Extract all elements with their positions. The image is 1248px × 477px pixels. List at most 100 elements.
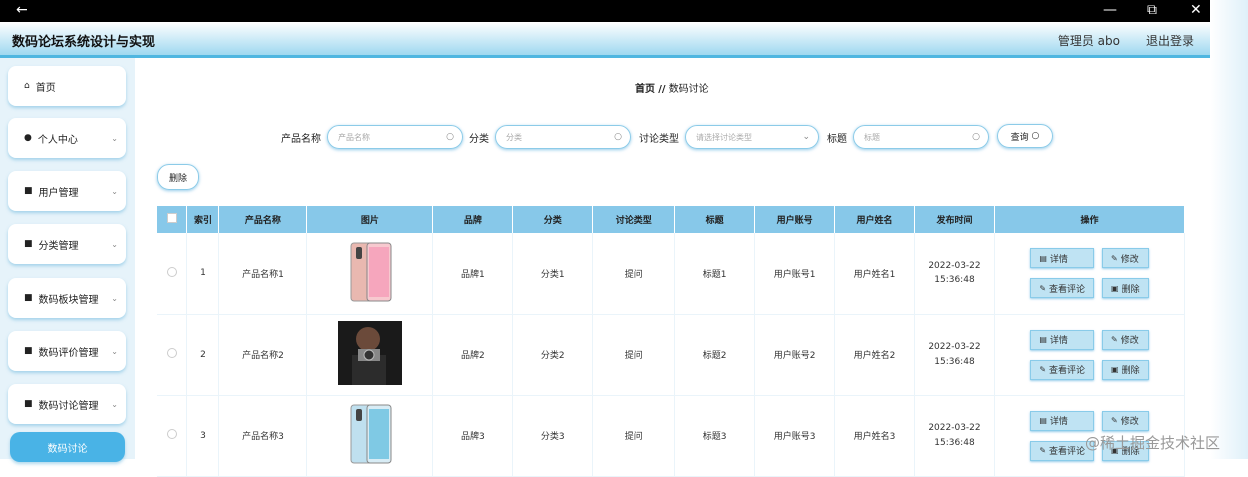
document-icon: ▤ xyxy=(1039,253,1047,263)
sidebar-item-label: 数码讨论 xyxy=(47,443,88,455)
select-all-checkbox[interactable] xyxy=(166,213,177,223)
row-checkbox[interactable] xyxy=(166,266,177,277)
table-header-row: 索引 产品名称 图片 品牌 分类 讨论类型 标题 用户账号 用户姓名 发布时间 … xyxy=(157,206,1186,233)
sidebar-item-users[interactable]: ■ 用户管理 ⌄ xyxy=(8,171,126,211)
cell-image xyxy=(306,314,434,396)
table-row: 3 产品名称3 品牌3 分类3 提问 标题3 用户账号3 用户姓名3 2022-… xyxy=(157,395,1186,477)
cell-account: 用户账号3 xyxy=(754,395,836,477)
discussion-table: 索引 产品名称 图片 品牌 分类 讨论类型 标题 用户账号 用户姓名 发布时间 … xyxy=(157,206,1186,477)
maximize-icon[interactable]: ⧉ xyxy=(1147,2,1157,18)
product-search-input[interactable]: 产品名称 ○ xyxy=(327,125,463,149)
category-placeholder: 分类 xyxy=(506,132,522,142)
delete-label: 删除 xyxy=(1121,284,1140,295)
phone-image xyxy=(350,404,392,464)
select-all-header[interactable] xyxy=(157,206,188,233)
category-search-input[interactable]: 分类 ○ xyxy=(495,125,631,149)
comments-label: 查看评论 xyxy=(1049,366,1086,376)
app-header: 数码论坛系统设计与实现 管理员 abo 退出登录 xyxy=(0,22,1210,58)
trash-icon: ▣ xyxy=(1111,365,1119,374)
cell-username: 用户姓名2 xyxy=(834,314,915,396)
edit-button[interactable]: ✎ 修改 xyxy=(1102,248,1149,269)
batch-delete-button[interactable]: 删除 xyxy=(157,164,199,190)
sidebar-item-label: 个人中心 xyxy=(37,134,78,146)
cell-actions: ▤ 详情 ✎ 修改 ✎ 查看评论 ▣ 删除 xyxy=(994,314,1186,396)
chevron-down-icon: ⌄ xyxy=(111,186,118,196)
sidebar-item-boards[interactable]: ■ 数码板块管理 ⌄ xyxy=(8,278,126,318)
col-header: 用户姓名 xyxy=(834,206,915,233)
delete-button[interactable]: ▣ 删除 xyxy=(1102,278,1149,299)
category-label: 分类 xyxy=(469,133,489,145)
col-header: 品牌 xyxy=(432,206,514,233)
close-icon[interactable]: ✕ xyxy=(1190,2,1202,18)
detail-button[interactable]: ▤ 详情 xyxy=(1030,410,1095,431)
pencil-icon: ✎ xyxy=(1039,283,1047,293)
row-select[interactable] xyxy=(157,314,188,396)
minimize-icon[interactable]: — xyxy=(1103,2,1117,18)
cell-actions: ▤ 详情 ✎ 修改 ✎ 查看评论 ▣ 删除 xyxy=(994,233,1186,315)
detail-button[interactable]: ▤ 详情 xyxy=(1030,329,1095,350)
pencil-icon: ✎ xyxy=(1111,335,1118,344)
delete-button[interactable]: ▣ 删除 xyxy=(1102,359,1149,380)
col-header: 标题 xyxy=(674,206,756,233)
breadcrumb-home[interactable]: 首页 xyxy=(635,84,655,95)
sidebar-item-label: 数码讨论管理 xyxy=(38,400,99,412)
chart-icon: ■ xyxy=(24,239,33,249)
cell-type: 提问 xyxy=(592,395,676,477)
sidebar-item-profile[interactable]: ● 个人中心 ⌄ xyxy=(8,118,126,158)
row-checkbox[interactable] xyxy=(166,348,177,358)
discussion-type-select[interactable]: 请选择讨论类型 ⌄ xyxy=(685,125,819,149)
edit-label: 修改 xyxy=(1120,336,1139,346)
search-product: 产品名称 产品名称 ○ xyxy=(281,124,463,150)
sidebar-item-home[interactable]: ⌂ 首页 xyxy=(8,66,126,106)
sidebar-item-discussions[interactable]: ■ 数码讨论管理 ⌄ xyxy=(8,384,126,424)
sidebar-subitem-discussion[interactable]: 数码讨论 xyxy=(10,432,125,462)
col-header: 图片 xyxy=(306,206,434,233)
edit-button[interactable]: ✎ 修改 xyxy=(1102,329,1149,350)
sidebar: ⌂ 首页 ● 个人中心 ⌄ ■ 用户管理 ⌄ ■ 分类管理 ⌄ ■ 数码板块管理… xyxy=(0,58,135,462)
cell-category: 分类2 xyxy=(512,314,594,396)
row-select[interactable] xyxy=(157,233,188,315)
pencil-icon: ✎ xyxy=(1039,365,1047,374)
cell-index: 3 xyxy=(186,395,220,477)
sidebar-item-label: 数码评价管理 xyxy=(38,347,99,359)
camera-photo-image xyxy=(337,321,402,385)
document-icon: ▤ xyxy=(1039,335,1047,344)
sidebar-item-label: 首页 xyxy=(35,82,56,94)
view-comments-button[interactable]: ✎ 查看评论 xyxy=(1030,359,1095,380)
logout-link[interactable]: 退出登录 xyxy=(1146,32,1194,49)
chevron-down-icon: ⌄ xyxy=(111,133,118,143)
sidebar-item-reviews[interactable]: ■ 数码评价管理 ⌄ xyxy=(8,331,126,371)
search-type: 讨论类型 请选择讨论类型 ⌄ xyxy=(639,124,819,150)
row-checkbox[interactable] xyxy=(166,429,177,439)
col-header: 分类 xyxy=(512,206,594,233)
search-icon: ○ xyxy=(446,132,454,142)
pencil-icon: ✎ xyxy=(1111,253,1118,263)
edit-label: 修改 xyxy=(1120,254,1139,265)
search-icon: ○ xyxy=(614,132,622,142)
title-search-input[interactable]: 标题 ○ xyxy=(853,125,989,149)
back-icon[interactable]: ← xyxy=(16,2,28,18)
sidebar-item-categories[interactable]: ■ 分类管理 ⌄ xyxy=(8,224,126,264)
board-icon: ■ xyxy=(24,293,33,303)
cell-category: 分类1 xyxy=(512,233,594,315)
cell-title: 标题1 xyxy=(674,233,756,315)
edit-button[interactable]: ✎ 修改 xyxy=(1102,410,1149,431)
detail-label: 详情 xyxy=(1049,254,1068,265)
cell-brand: 品牌3 xyxy=(432,395,514,477)
cell-username: 用户姓名1 xyxy=(834,233,915,315)
sidebar-item-label: 数码板块管理 xyxy=(38,294,99,306)
edit-label: 修改 xyxy=(1120,417,1139,427)
view-comments-button[interactable]: ✎ 查看评论 xyxy=(1030,278,1095,299)
user-icon: ● xyxy=(24,133,32,143)
comments-label: 查看评论 xyxy=(1049,447,1086,457)
cell-image xyxy=(306,233,434,315)
home-icon: ⌂ xyxy=(24,81,30,91)
product-label: 产品名称 xyxy=(281,133,321,145)
search-title: 标题 标题 ○ xyxy=(827,124,989,150)
query-button[interactable]: 查询 ○ xyxy=(997,124,1053,148)
document-icon: ▤ xyxy=(1039,416,1047,425)
detail-label: 详情 xyxy=(1049,417,1068,427)
row-select[interactable] xyxy=(157,395,188,477)
detail-button[interactable]: ▤ 详情 xyxy=(1030,248,1095,269)
current-user: 管理员 abo xyxy=(1057,34,1120,48)
